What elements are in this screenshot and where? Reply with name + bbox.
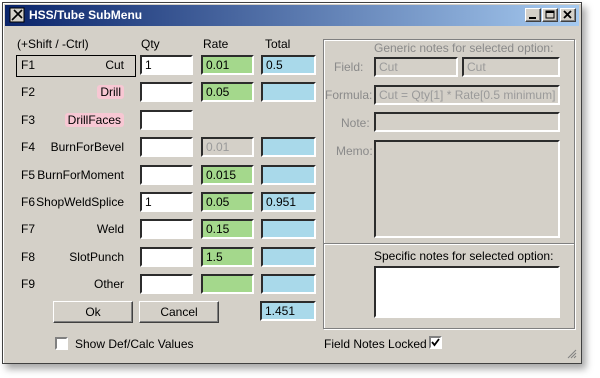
- notes-panel: Generic notes for selected option: Field…: [323, 39, 575, 329]
- option-name[interactable]: Cut: [16, 55, 132, 75]
- cancel-button[interactable]: Cancel: [139, 301, 219, 323]
- title-bar[interactable]: HSS/Tube SubMenu: [5, 5, 579, 26]
- note-label: Note:: [341, 116, 370, 130]
- generic-notes-title: Generic notes for selected option:: [374, 41, 554, 55]
- qty-input[interactable]: [140, 82, 193, 102]
- minimize-icon: [529, 17, 536, 19]
- qty-input[interactable]: [140, 247, 193, 267]
- option-name[interactable]: Other: [16, 274, 132, 294]
- total-field: [261, 274, 316, 294]
- ok-button[interactable]: Ok: [53, 301, 133, 323]
- checkmark-icon: [431, 338, 440, 347]
- qty-input[interactable]: [140, 219, 193, 239]
- qty-input[interactable]: [140, 274, 193, 294]
- qty-input[interactable]: [140, 165, 193, 185]
- close-icon: [563, 10, 572, 19]
- total-field: 0.5: [261, 55, 316, 75]
- option-name[interactable]: Drill: [16, 82, 132, 102]
- qty-input[interactable]: 1: [140, 55, 193, 75]
- rate-input[interactable]: 0.15: [201, 219, 254, 239]
- option-name-label: SlotPunch: [69, 250, 124, 264]
- notes-divider: [324, 243, 574, 244]
- option-name[interactable]: ShopWeldSplice: [16, 192, 132, 212]
- shortcut-header: (+Shift / -Ctrl): [17, 37, 89, 51]
- grand-total-field: 1.451: [260, 301, 316, 321]
- field-notes-locked-checkbox[interactable]: [429, 336, 442, 349]
- option-name-label: ShopWeldSplice: [36, 195, 124, 209]
- resize-grip-icon[interactable]: [565, 347, 577, 359]
- rate-input[interactable]: 0.01: [201, 55, 254, 75]
- maximize-icon: [545, 10, 555, 19]
- close-button[interactable]: [560, 8, 576, 22]
- specific-notes-title: Specific notes for selected option:: [374, 249, 554, 263]
- memo-label: Memo:: [336, 144, 373, 158]
- qty-header: Qty: [141, 37, 160, 51]
- rate-header: Rate: [203, 37, 229, 51]
- show-def-calc-checkbox[interactable]: [55, 337, 68, 350]
- rate-input[interactable]: 0.05: [201, 192, 254, 212]
- option-name-label: Other: [93, 277, 124, 291]
- qty-input[interactable]: [140, 110, 193, 130]
- option-name[interactable]: SlotPunch: [16, 247, 132, 267]
- hss-tube-submenu-window: HSS/Tube SubMenu (+Shift / -Ctrl) Qty Ra…: [2, 2, 582, 364]
- option-name[interactable]: DrillFaces: [16, 110, 132, 130]
- window-title: HSS/Tube SubMenu: [29, 8, 143, 22]
- option-name[interactable]: BurnForMoment: [16, 165, 132, 185]
- option-name-label: Drill: [97, 85, 124, 99]
- total-field: [261, 165, 316, 185]
- total-field: [261, 247, 316, 267]
- specific-notes-field[interactable]: [374, 266, 560, 318]
- option-name-label: Cut: [105, 58, 124, 72]
- minimize-button[interactable]: [525, 8, 541, 22]
- option-name-label: DrillFaces: [64, 113, 124, 127]
- rate-input[interactable]: 0.05: [201, 82, 254, 102]
- total-field: [261, 82, 316, 102]
- total-header: Total: [265, 37, 291, 51]
- option-name-label: Weld: [96, 222, 124, 236]
- total-field: 0.951: [261, 192, 316, 212]
- rate-input: 0.01: [201, 137, 254, 157]
- qty-input[interactable]: 1: [140, 192, 193, 212]
- formula-value: Cut = Qty[1] * Rate[0.5 minimum]: [374, 85, 560, 105]
- option-name-label: BurnForBevel: [50, 140, 124, 154]
- note-field[interactable]: [374, 112, 560, 132]
- option-name[interactable]: BurnForBevel: [16, 137, 132, 157]
- tools-icon: [9, 7, 25, 23]
- memo-field[interactable]: [374, 140, 560, 238]
- total-field: [261, 219, 316, 239]
- maximize-button[interactable]: [542, 8, 558, 22]
- option-name-label: BurnForMoment: [37, 168, 124, 182]
- field-label: Field:: [334, 60, 364, 74]
- rate-input[interactable]: 0.015: [201, 165, 254, 185]
- rate-input[interactable]: [201, 274, 254, 294]
- field-notes-locked-label: Field Notes Locked: [324, 337, 427, 351]
- qty-input[interactable]: [140, 137, 193, 157]
- total-field: [261, 137, 316, 157]
- option-name[interactable]: Weld: [16, 219, 132, 239]
- field-value-2: Cut: [462, 57, 560, 77]
- show-def-calc-label: Show Def/Calc Values: [75, 337, 194, 351]
- field-value-1: Cut: [374, 57, 458, 77]
- rate-input[interactable]: 1.5: [201, 247, 254, 267]
- formula-label: Formula:: [325, 88, 373, 102]
